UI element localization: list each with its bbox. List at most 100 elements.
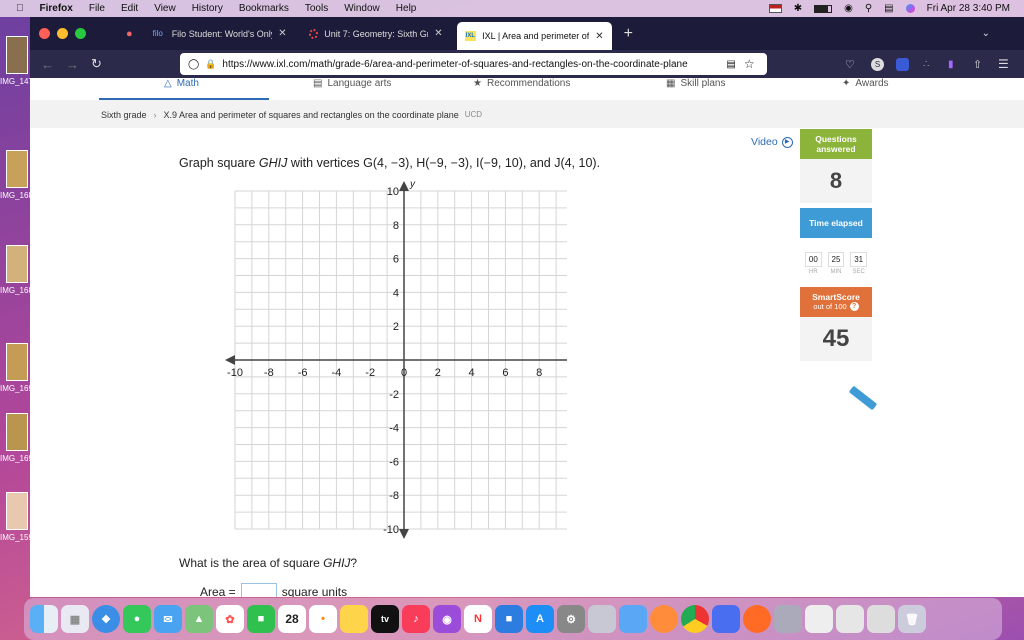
- back-icon[interactable]: ←: [41, 57, 54, 72]
- close-tab-icon[interactable]: ✕: [278, 28, 286, 39]
- video-link[interactable]: Video ▶: [751, 136, 793, 148]
- address-bar[interactable]: ◯ 🔒 https://www.ixl.com/math/grade-6/are…: [180, 53, 767, 75]
- facetime-icon[interactable]: ■: [247, 605, 275, 633]
- photos-icon[interactable]: ✿: [216, 605, 244, 633]
- menu-window[interactable]: Window: [344, 3, 380, 14]
- extension-s-icon[interactable]: S: [871, 57, 884, 71]
- close-window-button[interactable]: [39, 28, 50, 39]
- menu-help[interactable]: Help: [396, 3, 417, 14]
- preview-icon[interactable]: [588, 605, 616, 633]
- desktop-file[interactable]: IMG_1694: [0, 343, 37, 403]
- extension-puzzle-icon[interactable]: ▮: [948, 59, 954, 70]
- menu-view[interactable]: View: [154, 3, 176, 14]
- pocket-icon[interactable]: ♡: [845, 58, 855, 71]
- document-icon[interactable]: [867, 605, 895, 633]
- desktop-file[interactable]: IMG_159: [0, 492, 34, 552]
- reload-icon[interactable]: ↻: [91, 56, 102, 72]
- shield-icon[interactable]: ◯: [188, 59, 199, 70]
- x-tick-label: -8: [264, 367, 274, 379]
- battery-icon[interactable]: [814, 4, 833, 13]
- url-text[interactable]: https://www.ixl.com/math/grade-6/area-an…: [222, 59, 722, 70]
- trash-icon[interactable]: 🗑: [898, 605, 926, 633]
- tab-label: Unit 7: Geometry: Sixth Grade: [324, 28, 428, 39]
- menu-history[interactable]: History: [192, 3, 223, 14]
- firefox-view-icon[interactable]: ●: [126, 28, 133, 40]
- firefox-icon[interactable]: [743, 605, 771, 633]
- apple-icon[interactable]: : [16, 3, 24, 14]
- breadcrumb-grade[interactable]: Sixth grade: [101, 110, 147, 120]
- area-answer-input[interactable]: [240, 583, 277, 597]
- app-blue-icon[interactable]: [712, 605, 740, 633]
- desktop-file[interactable]: IMG_168: [0, 150, 34, 210]
- news-icon[interactable]: N: [464, 605, 492, 633]
- subnav-language-arts[interactable]: ▤ Language arts: [313, 78, 391, 89]
- firefox-alt-icon[interactable]: [650, 605, 678, 633]
- coordinate-grid[interactable]: -10-8-6-4-20246810108642-2-4-6-8-10xy: [197, 174, 567, 544]
- tab-filo[interactable]: filo Filo Student: World's Only Live | ✕: [145, 21, 295, 47]
- launchpad-icon[interactable]: ▦: [61, 605, 89, 633]
- menubar-clock[interactable]: Fri Apr 28 3:40 PM: [927, 3, 1010, 14]
- menu-file[interactable]: File: [89, 3, 105, 14]
- subnav-math[interactable]: △ Math: [164, 78, 199, 89]
- share-icon[interactable]: ⇧: [973, 58, 982, 71]
- subnav-label: Awards: [855, 78, 889, 89]
- app-store-icon[interactable]: A: [526, 605, 554, 633]
- document-icon[interactable]: [836, 605, 864, 633]
- messages-icon[interactable]: ●: [123, 605, 151, 633]
- desktop-file[interactable]: IMG_1692: [0, 413, 37, 473]
- flag-icon[interactable]: [768, 4, 782, 13]
- music-icon[interactable]: ♪: [402, 605, 430, 633]
- zoom-window-button[interactable]: [75, 28, 86, 39]
- x-tick-label: 0: [401, 367, 407, 379]
- notes-icon[interactable]: [340, 605, 368, 633]
- folder-downloads-icon[interactable]: [774, 605, 802, 633]
- subnav-awards[interactable]: ✦ Awards: [842, 78, 889, 89]
- calendar-icon[interactable]: 28: [278, 605, 306, 633]
- help-icon[interactable]: ?: [849, 302, 859, 311]
- reminders-icon[interactable]: •: [309, 605, 337, 633]
- menu-tools[interactable]: Tools: [305, 3, 328, 14]
- siri-icon[interactable]: [905, 4, 915, 13]
- tab-ixl[interactable]: IXL IXL | Area and perimeter of squa ✕: [456, 22, 612, 50]
- control-center-icon[interactable]: ▤: [884, 3, 893, 14]
- menu-edit[interactable]: Edit: [121, 3, 138, 14]
- maps-icon[interactable]: ▲: [185, 605, 213, 633]
- system-settings-icon[interactable]: ⚙: [557, 605, 585, 633]
- area-units: square units: [281, 585, 348, 597]
- pencil-icon[interactable]: [848, 385, 878, 411]
- bookmark-star-icon[interactable]: ☆: [744, 57, 755, 71]
- podcasts-icon[interactable]: ◉: [433, 605, 461, 633]
- screenshot-icon[interactable]: [619, 605, 647, 633]
- lock-icon[interactable]: 🔒: [205, 59, 216, 70]
- forward-icon[interactable]: →: [66, 57, 79, 72]
- minimize-window-button[interactable]: [57, 28, 68, 39]
- wifi-icon[interactable]: ◉: [844, 3, 853, 14]
- document-icon[interactable]: [805, 605, 833, 633]
- hamburger-menu-icon[interactable]: ☰: [998, 57, 1009, 71]
- new-tab-button[interactable]: +: [624, 25, 633, 43]
- finder-icon[interactable]: [30, 605, 58, 633]
- mail-icon[interactable]: ✉: [154, 605, 182, 633]
- file-thumbnail: [6, 343, 28, 381]
- tab-unit7[interactable]: Unit 7: Geometry: Sixth Grade ✕: [301, 21, 451, 47]
- y-tick-label: 2: [393, 321, 399, 333]
- apple-tv-icon[interactable]: tv: [371, 605, 399, 633]
- search-icon[interactable]: ⚲: [865, 3, 872, 14]
- close-tab-icon[interactable]: ✕: [595, 31, 603, 42]
- bluetooth-icon[interactable]: ✱: [794, 3, 802, 14]
- close-tab-icon[interactable]: ✕: [434, 28, 442, 39]
- keynote-icon[interactable]: ■: [495, 605, 523, 633]
- extension-blue-icon[interactable]: [896, 57, 909, 71]
- extension-dots-icon[interactable]: ∴: [923, 59, 929, 70]
- safari-icon[interactable]: ❖: [92, 605, 120, 633]
- menu-app-name[interactable]: Firefox: [40, 3, 73, 14]
- desktop-file[interactable]: IMG_1681: [0, 245, 37, 305]
- reader-view-icon[interactable]: ▤: [726, 59, 735, 70]
- desktop-file[interactable]: IMG_147: [0, 36, 34, 96]
- menu-bookmarks[interactable]: Bookmarks: [239, 3, 289, 14]
- tab-list-chevron-icon[interactable]: ⌄: [982, 28, 990, 39]
- subnav-recommendations[interactable]: ★ Recommendations: [473, 78, 570, 89]
- chrome-icon[interactable]: [681, 605, 709, 633]
- subnav-skill-plans[interactable]: ▦ Skill plans: [666, 78, 725, 89]
- subject-nav: △ Math ▤ Language arts ★ Recommendations ▦ S…: [30, 78, 1024, 100]
